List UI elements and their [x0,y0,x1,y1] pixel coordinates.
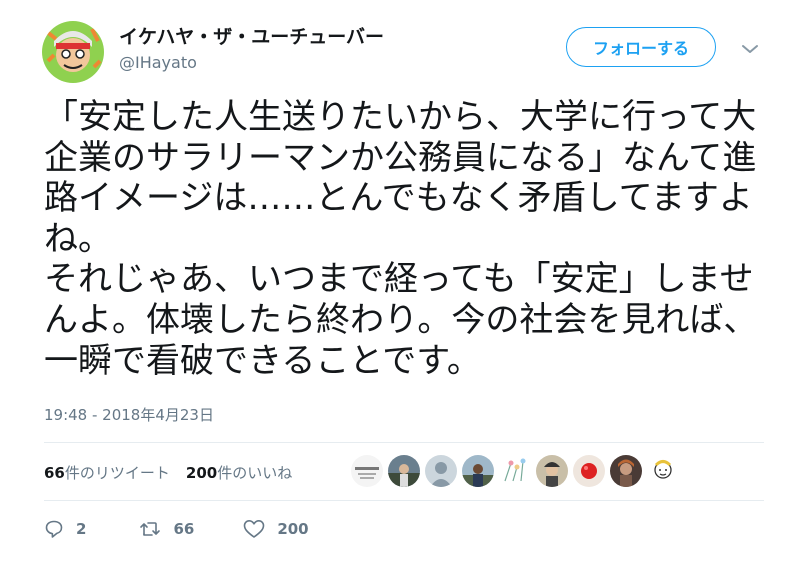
divider [44,500,764,501]
retweets-stat-label: 件のリツイート [64,464,170,482]
liker-avatar-red-object-icon[interactable] [573,455,605,487]
retweet-icon [139,519,161,539]
tweet-timestamp[interactable]: 19:48 - 2018年4月23日 [44,404,214,425]
like-button[interactable]: 200 [243,519,309,539]
tweet-stats: 66件のリツイート 200件のいいね [44,462,292,483]
retweets-stat[interactable]: 66件のリツイート [44,462,170,483]
tweet-actions: 2 66 200 [44,519,309,539]
liker-avatar-sketch-face-icon[interactable] [647,455,679,487]
user-handle[interactable]: @IHayato [119,53,197,72]
liker-avatar-sketch-flowers-icon[interactable] [499,455,531,487]
divider [44,442,764,443]
liker-avatar-person-dark-icon[interactable] [610,455,642,487]
follow-button[interactable]: フォローする [566,27,716,67]
liker-avatar-person-outdoor-icon[interactable] [462,455,494,487]
reply-count: 2 [76,520,87,538]
liker-avatar-card-icon[interactable] [351,455,383,487]
chevron-down-icon[interactable] [741,40,759,53]
liker-avatar-default-icon[interactable] [425,455,457,487]
likes-stat-count: 200 [185,464,218,482]
tweet-text: 「安定した人生送りたいから、大学に行って大企業のサラリーマンか公務員になる」なん… [44,97,758,381]
avatar[interactable] [42,21,104,83]
retweet-button[interactable]: 66 [139,519,194,539]
liker-avatars [351,455,679,487]
liker-avatar-person-landscape-icon[interactable] [388,455,420,487]
liker-avatar-person-hat-icon[interactable] [536,455,568,487]
likes-stat-label: 件のいいね [217,464,293,482]
like-count: 200 [277,520,309,538]
reply-icon [44,519,64,539]
reply-button[interactable]: 2 [44,519,86,539]
likes-stat[interactable]: 200件のいいね [186,462,292,483]
heart-icon [243,519,265,539]
retweets-stat-count: 66 [44,464,65,482]
display-name[interactable]: イケハヤ・ザ・ユーチューバー [119,22,384,49]
retweet-count: 66 [173,520,195,538]
